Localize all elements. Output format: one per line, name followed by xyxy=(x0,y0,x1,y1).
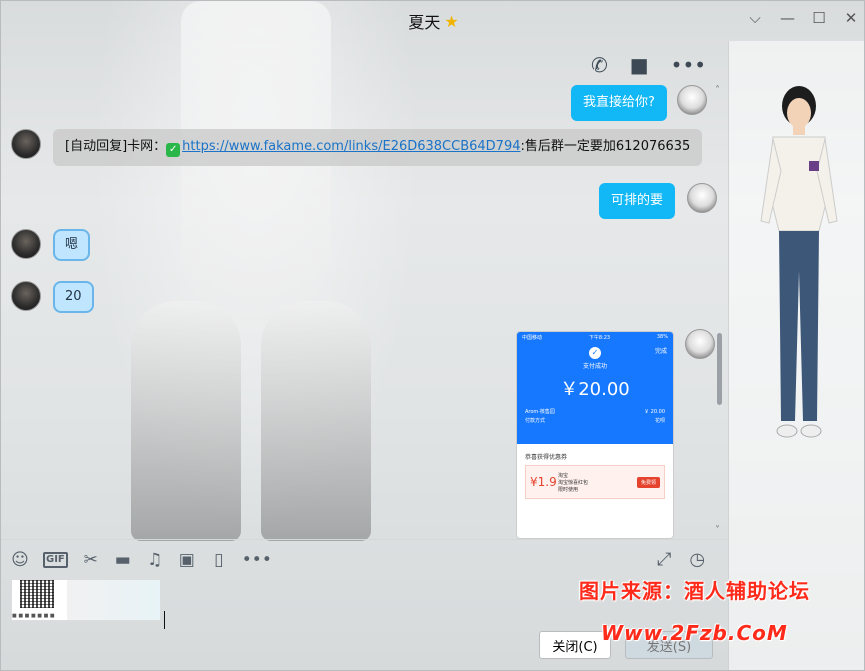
payee-label: Arom·核售园 xyxy=(525,409,555,415)
payment-header: 中国移动 下午8:23 38% 完成 ✓ 支付成功 ￥20.00 Arom·核售… xyxy=(517,332,673,444)
message-bubble[interactable]: 嗯 xyxy=(53,229,91,261)
background-right-leg xyxy=(261,301,371,541)
coupon-title: 恭喜获得优惠券 xyxy=(525,454,568,461)
message-row: 嗯 xyxy=(11,229,91,261)
coupon-card: 恭喜获得优惠券 ¥1.9 淘宝 淘宝惊喜红包 限时使用 免费领 xyxy=(523,448,667,499)
message-bubble[interactable]: 20 xyxy=(53,281,94,313)
coupon-brand: 淘宝 xyxy=(558,472,569,479)
coupon-note: 限时使用 xyxy=(558,486,579,493)
maximize-icon[interactable]: ☐ xyxy=(812,9,826,27)
message-link[interactable]: https://www.fakame.com/links/E26D638CCB6… xyxy=(182,139,520,154)
message-bubble[interactable]: [自动回复]卡网： ✓ https://www.fakame.com/links/E… xyxy=(53,129,703,166)
method-label: 付款方式 xyxy=(525,418,546,424)
title-bar: 夏天 ★ ⌵ — ☐ ✕ xyxy=(1,1,864,41)
background-left-leg xyxy=(131,301,241,541)
window-shake-icon[interactable]: ▯ xyxy=(210,550,228,570)
music-icon[interactable]: ♫ xyxy=(146,550,164,570)
phone-call-icon[interactable]: ✆ xyxy=(591,53,608,77)
payment-screenshot-image[interactable]: 中国移动 下午8:23 38% 完成 ✓ 支付成功 ￥20.00 Arom·核售… xyxy=(516,331,674,539)
message-row: 可排的要 xyxy=(599,183,718,219)
thumbnail-caption: ■ ■ ■ ■ ■ ■ ■ xyxy=(12,613,55,619)
message-bubble[interactable]: 可排的要 xyxy=(599,183,676,219)
payee-row: Arom·核售园 ￥ 20.00 xyxy=(517,407,673,416)
self-avatar[interactable] xyxy=(676,85,707,115)
scroll-down-icon[interactable]: ˅ xyxy=(715,525,720,536)
coupon-name: 淘宝惊喜红包 xyxy=(558,479,589,486)
more-options-icon[interactable]: ••• xyxy=(671,53,706,77)
emoji-icon[interactable]: ☺ xyxy=(11,550,29,570)
contact-name[interactable]: 夏天 xyxy=(408,9,440,33)
chat-window: 夏天 ★ ⌵ — ☐ ✕ ✆ ■ ••• 我直接给你? [自动回复]卡网： ✓ … xyxy=(0,0,865,671)
phone-status-bar: 中国移动 下午8:23 38% xyxy=(517,332,673,343)
carrier-text: 中国移动 xyxy=(522,335,543,341)
chat-action-toolbar: ✆ ■ ••• xyxy=(591,53,706,77)
minimize-icon[interactable]: — xyxy=(780,9,795,27)
expand-icon[interactable]: ⤢ xyxy=(657,549,671,570)
coupon-button: 免费领 xyxy=(636,476,660,488)
scroll-up-icon[interactable]: ˄ xyxy=(715,85,720,96)
method-value: 花呗 xyxy=(654,418,665,424)
message-bubble[interactable]: 我直接给你? xyxy=(571,85,667,121)
video-call-icon[interactable]: ■ xyxy=(630,53,649,77)
message-row: [自动回复]卡网： ✓ https://www.fakame.com/links/E… xyxy=(11,129,703,166)
qr-code-overlay xyxy=(20,580,54,608)
self-avatar[interactable] xyxy=(687,183,718,213)
folder-icon[interactable]: ▬ xyxy=(114,550,132,570)
auto-reply-prefix: [自动回复]卡网： xyxy=(65,139,167,154)
background-image xyxy=(91,1,421,541)
contact-avatar[interactable] xyxy=(11,229,41,259)
contact-avatar[interactable] xyxy=(11,281,41,311)
contact-avatar-show xyxy=(760,86,838,438)
screenshot-scissors-icon[interactable]: ✂ xyxy=(82,550,100,570)
done-label: 完成 xyxy=(654,348,667,355)
thumbnail-content xyxy=(67,580,160,620)
payment-amount: ￥20.00 xyxy=(560,379,630,400)
attached-image-thumbnail[interactable]: ■ ■ ■ ■ ■ ■ ■ xyxy=(11,579,161,621)
time-text: 下午8:23 xyxy=(588,335,611,341)
window-controls: ⌵ — ☐ ✕ xyxy=(748,9,858,27)
text-caret xyxy=(164,611,165,629)
payee-amount: ￥ 20.00 xyxy=(644,409,665,415)
message-suffix: :售后群一定要加612076635 xyxy=(520,139,691,154)
method-row: 付款方式 花呗 xyxy=(517,416,673,425)
coupon: ¥1.9 淘宝 淘宝惊喜红包 限时使用 免费领 xyxy=(525,465,665,499)
coupon-info: 淘宝 淘宝惊喜红包 限时使用 xyxy=(558,472,637,493)
collapse-icon[interactable]: ⌵ xyxy=(748,9,762,27)
watermark-url: Www.2Fzb.CoM xyxy=(601,621,788,645)
watermark-source: 图片来源：酒人辅助论坛 xyxy=(579,579,810,603)
vip-star-icon: ★ xyxy=(444,11,459,31)
gif-icon[interactable]: GIF xyxy=(43,551,68,568)
coupon-price: ¥1.9 xyxy=(530,475,557,489)
more-tools-icon[interactable]: ••• xyxy=(242,550,272,570)
contact-avatar[interactable] xyxy=(11,129,41,159)
close-icon[interactable]: ✕ xyxy=(844,9,858,27)
image-icon[interactable]: ▣ xyxy=(178,550,196,570)
self-avatar[interactable] xyxy=(685,329,715,359)
input-toolbar: ☺ GIF ✂ ▬ ♫ ▣ ▯ ••• xyxy=(1,539,728,579)
payment-status: 支付成功 xyxy=(582,363,607,370)
window-title: 夏天 ★ xyxy=(408,9,458,33)
message-row: 我直接给你? xyxy=(571,85,707,121)
message-history-icon[interactable]: ◷ xyxy=(689,549,705,570)
shield-check-icon: ✓ xyxy=(166,143,181,157)
battery-text: 38% xyxy=(656,334,668,340)
success-check-icon: ✓ xyxy=(589,347,601,359)
chat-scrollbar[interactable] xyxy=(717,333,722,405)
input-right-tools: ⤢ ◷ xyxy=(657,549,705,570)
message-row: 20 xyxy=(11,281,94,313)
